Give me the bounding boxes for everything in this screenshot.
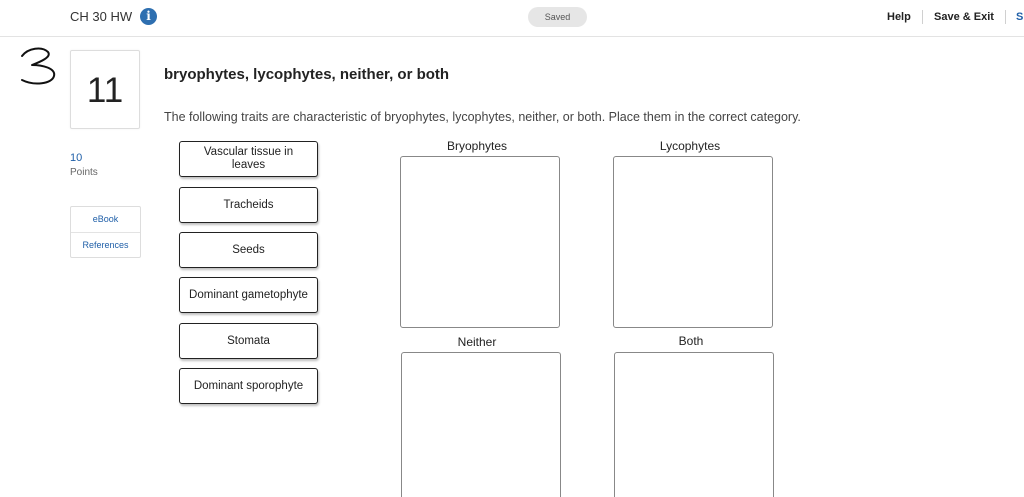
trait-tile[interactable]: Seeds [179, 232, 318, 268]
category-label-neither: Neither [457, 335, 497, 349]
top-bar: CH 30 HW i Saved Help Save & Exit S [0, 0, 1024, 37]
question-title: bryophytes, lycophytes, neither, or both [164, 66, 450, 83]
header-divider [1005, 10, 1006, 24]
question-number: 11 [86, 71, 124, 110]
help-link[interactable]: Help [887, 11, 911, 23]
saved-status-badge: Saved [528, 7, 587, 27]
handwritten-three-scribble [21, 47, 56, 85]
category-label-lycophytes: Lycophytes [659, 139, 721, 153]
trait-tile[interactable]: Tracheids [179, 187, 318, 223]
drop-zone-lycophytes[interactable] [613, 156, 773, 328]
submit-button[interactable]: S [1016, 11, 1023, 23]
save-exit-button[interactable]: Save & Exit [934, 11, 994, 23]
info-icon[interactable]: i [140, 8, 157, 25]
trait-tile[interactable]: Dominant gametophyte [179, 277, 318, 313]
category-label-bryophytes: Bryophytes [446, 139, 508, 153]
points-label: Points [70, 167, 98, 178]
drop-zone-bryophytes[interactable] [400, 156, 560, 328]
trait-tile[interactable]: Dominant sporophyte [179, 368, 318, 404]
assignment-title: CH 30 HW [70, 9, 133, 24]
category-label-both: Both [678, 334, 704, 348]
drop-zone-both[interactable] [614, 352, 774, 497]
trait-tile[interactable]: Stomata [179, 323, 318, 359]
question-instructions: The following traits are characteristic … [164, 110, 801, 124]
header-divider [922, 10, 923, 24]
references-link[interactable]: References [71, 232, 140, 258]
trait-tile[interactable]: Vascular tissue in leaves [179, 141, 318, 177]
points-value: 10 [70, 152, 83, 164]
resources-box: eBook References [70, 206, 141, 258]
ebook-link[interactable]: eBook [71, 207, 140, 232]
drop-zone-neither[interactable] [401, 352, 561, 497]
question-number-box: 11 [70, 50, 140, 129]
